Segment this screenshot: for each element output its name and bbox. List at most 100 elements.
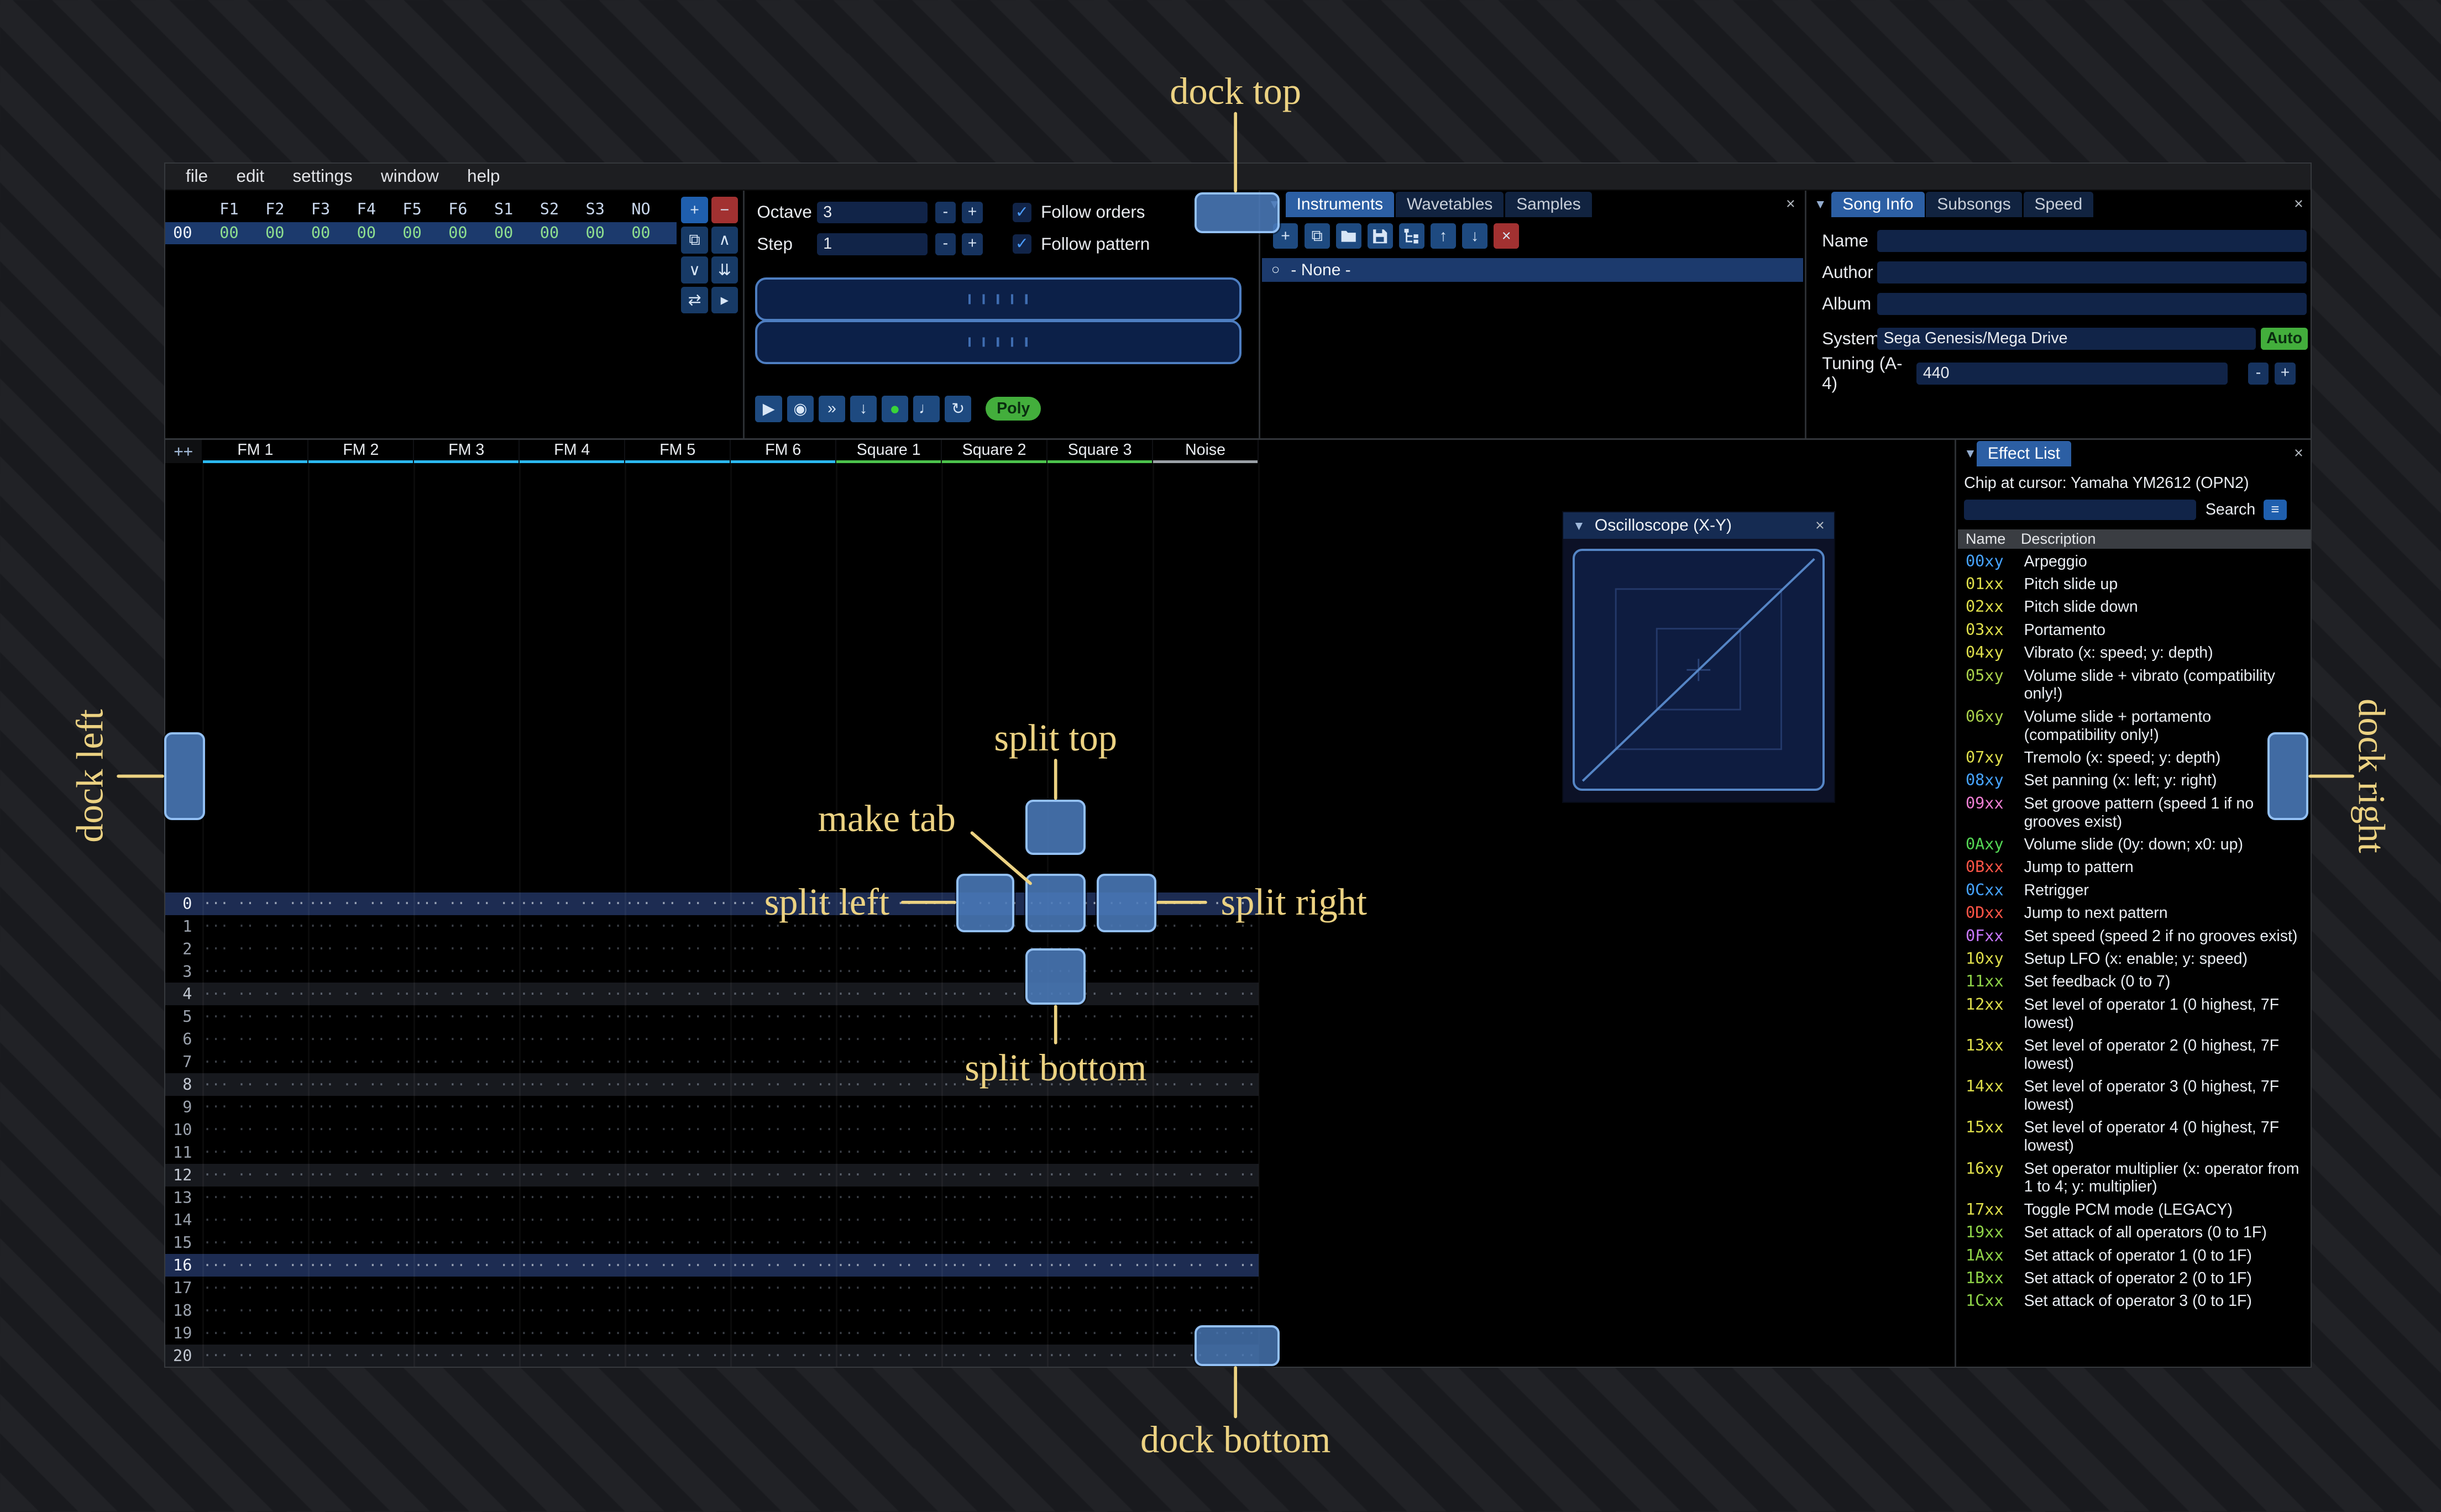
orders-value-9[interactable]: 00 xyxy=(618,224,664,242)
pattern-cell[interactable]: ··· ·· ·· ··· xyxy=(942,1280,1047,1296)
pattern-cell[interactable]: ··· ·· ·· ··· xyxy=(203,986,308,1002)
pattern-cell[interactable]: ··· ·· ·· ··· xyxy=(308,1303,414,1319)
orders-row-number[interactable]: 00 xyxy=(165,224,206,242)
pattern-cell[interactable]: ··· ·· ·· ··· xyxy=(1047,1144,1153,1161)
pattern-cell[interactable]: ··· ·· ·· ··· xyxy=(203,1347,308,1364)
pattern-cell[interactable]: ··· ·· ·· ··· xyxy=(942,1009,1047,1025)
album-input[interactable] xyxy=(1877,293,2307,316)
orders-edit-mode-button[interactable]: ▸ xyxy=(711,286,738,314)
pattern-cell[interactable]: ··· ·· ·· ··· xyxy=(1047,1212,1153,1229)
octave-increase-button[interactable]: + xyxy=(962,201,983,224)
dock-target-bottom[interactable] xyxy=(1194,1325,1280,1367)
pattern-cell[interactable]: ··· ·· ·· ··· xyxy=(203,1009,308,1025)
pattern-cell[interactable]: ··· ·· ·· ··· xyxy=(1153,1167,1259,1183)
song-info-tab-subsongs[interactable]: Subsongs xyxy=(1926,192,2022,218)
pattern-cell[interactable]: ··· ·· ·· ··· xyxy=(520,1031,625,1048)
instruments-move-down-button[interactable]: ↓ xyxy=(1462,223,1487,249)
pattern-cell[interactable]: ··· ·· ·· ··· xyxy=(942,1325,1047,1342)
pattern-cell[interactable]: ··· ·· ·· ··· xyxy=(836,1235,942,1251)
pattern-cell[interactable]: ··· ·· ·· ··· xyxy=(520,1167,625,1183)
instruments-delete-button[interactable]: × xyxy=(1494,223,1519,249)
pattern-cell[interactable]: ··· ·· ·· ··· xyxy=(1047,1121,1153,1138)
pattern-cell[interactable]: ··· ·· ·· ··· xyxy=(625,1009,731,1025)
pattern-cell[interactable]: ··· ·· ·· ··· xyxy=(1153,1280,1259,1296)
pattern-cell[interactable]: ··· ·· ·· ··· xyxy=(1153,941,1259,957)
dock-target-left[interactable] xyxy=(164,732,206,821)
pattern-cell[interactable]: ··· ·· ·· ··· xyxy=(731,1031,836,1048)
pattern-cell[interactable]: ··· ·· ·· ··· xyxy=(414,1031,520,1048)
pattern-cell[interactable]: ··· ·· ·· ··· xyxy=(520,1325,625,1342)
collapse-arrow-icon[interactable]: ▼ xyxy=(1573,518,1585,533)
pattern-cell[interactable]: ··· ·· ·· ··· xyxy=(625,1144,731,1161)
author-input[interactable] xyxy=(1877,261,2307,284)
effect-list-menu-icon[interactable]: ≡ xyxy=(2263,500,2287,521)
pattern-cell[interactable]: ··· ·· ·· ··· xyxy=(625,1189,731,1206)
pattern-cell[interactable]: ··· ·· ·· ··· xyxy=(625,1235,731,1251)
pattern-cell[interactable]: ··· ·· ·· ··· xyxy=(414,1099,520,1115)
orders-value-6[interactable]: 00 xyxy=(481,224,527,242)
panel-separator[interactable] xyxy=(1954,439,1956,1367)
orders-deep-clone-button[interactable]: ⇊ xyxy=(711,256,738,284)
split-target-top[interactable] xyxy=(1025,800,1086,855)
pattern-cell[interactable]: ··· ·· ·· ··· xyxy=(520,1303,625,1319)
pattern-cell[interactable]: ··· ·· ·· ··· xyxy=(414,1144,520,1161)
pattern-cell[interactable]: ··· ·· ·· ··· xyxy=(731,1280,836,1296)
pattern-cell[interactable]: ··· ·· ·· ··· xyxy=(308,1121,414,1138)
pattern-cell[interactable]: ··· ·· ·· ··· xyxy=(836,1099,942,1115)
pattern-cell[interactable]: ··· ·· ·· ··· xyxy=(942,1257,1047,1274)
pattern-cell[interactable]: ··· ·· ·· ··· xyxy=(731,1212,836,1229)
pattern-cell[interactable]: ··· ·· ·· ··· xyxy=(1047,1325,1153,1342)
pattern-cell[interactable]: ··· ·· ·· ··· xyxy=(203,1212,308,1229)
pattern-cell[interactable]: ··· ·· ·· ··· xyxy=(203,1257,308,1274)
pattern-cell[interactable]: ··· ·· ·· ··· xyxy=(836,941,942,957)
pattern-cell[interactable]: ··· ·· ·· ··· xyxy=(1153,1121,1259,1138)
pattern-cell[interactable]: ··· ·· ·· ··· xyxy=(308,1325,414,1342)
pattern-cell[interactable]: ··· ·· ·· ··· xyxy=(520,1054,625,1070)
pattern-cell[interactable]: ··· ·· ·· ··· xyxy=(731,1167,836,1183)
pattern-cell[interactable]: ··· ·· ·· ··· xyxy=(1047,1280,1153,1296)
pattern-cell[interactable]: ··· ·· ·· ··· xyxy=(1153,1077,1259,1093)
pattern-cell[interactable]: ··· ·· ·· ··· xyxy=(836,1303,942,1319)
pattern-cell[interactable]: ··· ·· ·· ··· xyxy=(203,895,308,912)
pattern-cell[interactable]: ··· ·· ·· ··· xyxy=(520,1099,625,1115)
pattern-cell[interactable]: ··· ·· ·· ··· xyxy=(1153,1257,1259,1274)
pattern-cell[interactable]: ··· ·· ·· ··· xyxy=(625,918,731,935)
song-info-close-icon[interactable]: × xyxy=(2294,195,2303,213)
pattern-cell[interactable]: ··· ·· ·· ··· xyxy=(625,1212,731,1229)
instruments-open-icon-button[interactable] xyxy=(1335,223,1361,249)
pattern-cell[interactable]: ··· ·· ·· ··· xyxy=(836,1009,942,1025)
playback-repeat-button[interactable]: ↻ xyxy=(944,395,972,423)
oscilloscope-close-icon[interactable]: × xyxy=(1815,517,1825,535)
pattern-cell[interactable]: ··· ·· ·· ··· xyxy=(836,963,942,980)
instruments-close-icon[interactable]: × xyxy=(1786,195,1795,213)
pattern-cell[interactable]: ··· ·· ·· ··· xyxy=(942,1167,1047,1183)
menu-item-file[interactable]: file xyxy=(171,166,222,186)
pattern-cell[interactable]: ··· ·· ·· ··· xyxy=(414,1325,520,1342)
pattern-cell[interactable]: ··· ·· ·· ··· xyxy=(308,1077,414,1093)
split-target-right[interactable] xyxy=(1096,874,1157,933)
step-increase-button[interactable]: + xyxy=(962,233,983,255)
pattern-cell[interactable]: ··· ·· ·· ··· xyxy=(836,1144,942,1161)
pattern-cell[interactable]: ··· ·· ·· ··· xyxy=(625,1077,731,1093)
pattern-cell[interactable]: ··· ·· ·· ··· xyxy=(1047,1189,1153,1206)
pattern-cell[interactable]: ··· ·· ·· ··· xyxy=(414,941,520,957)
pattern-cell[interactable]: ··· ·· ·· ··· xyxy=(414,1257,520,1274)
pattern-cell[interactable]: ··· ·· ·· ··· xyxy=(731,1303,836,1319)
pattern-cell[interactable]: ··· ·· ·· ··· xyxy=(414,1303,520,1319)
pattern-cell[interactable]: ··· ·· ·· ··· xyxy=(625,1347,731,1364)
instruments-move-up-button[interactable]: ↑ xyxy=(1431,223,1456,249)
step-input[interactable]: 1 xyxy=(816,233,928,255)
pattern-cell[interactable]: ··· ·· ·· ··· xyxy=(203,1054,308,1070)
piano-octave-row[interactable] xyxy=(755,277,1242,322)
pattern-cell[interactable]: ··· ·· ·· ··· xyxy=(414,1189,520,1206)
pattern-cell[interactable]: ··· ·· ·· ··· xyxy=(308,963,414,980)
pattern-cell[interactable]: ··· ·· ·· ··· xyxy=(1047,1347,1153,1364)
playback-metronome-button[interactable]: ♩ xyxy=(913,395,940,423)
pattern-cell[interactable]: ··· ·· ·· ··· xyxy=(625,1325,731,1342)
pattern-cell[interactable]: ··· ·· ·· ··· xyxy=(1153,1054,1259,1070)
pattern-cell[interactable]: ··· ·· ·· ··· xyxy=(836,1077,942,1093)
pattern-cell[interactable]: ··· ·· ·· ··· xyxy=(625,1054,731,1070)
pattern-cell[interactable]: ··· ·· ·· ··· xyxy=(625,1257,731,1274)
pattern-cell[interactable]: ··· ·· ·· ··· xyxy=(203,1031,308,1048)
menu-item-settings[interactable]: settings xyxy=(279,166,367,186)
